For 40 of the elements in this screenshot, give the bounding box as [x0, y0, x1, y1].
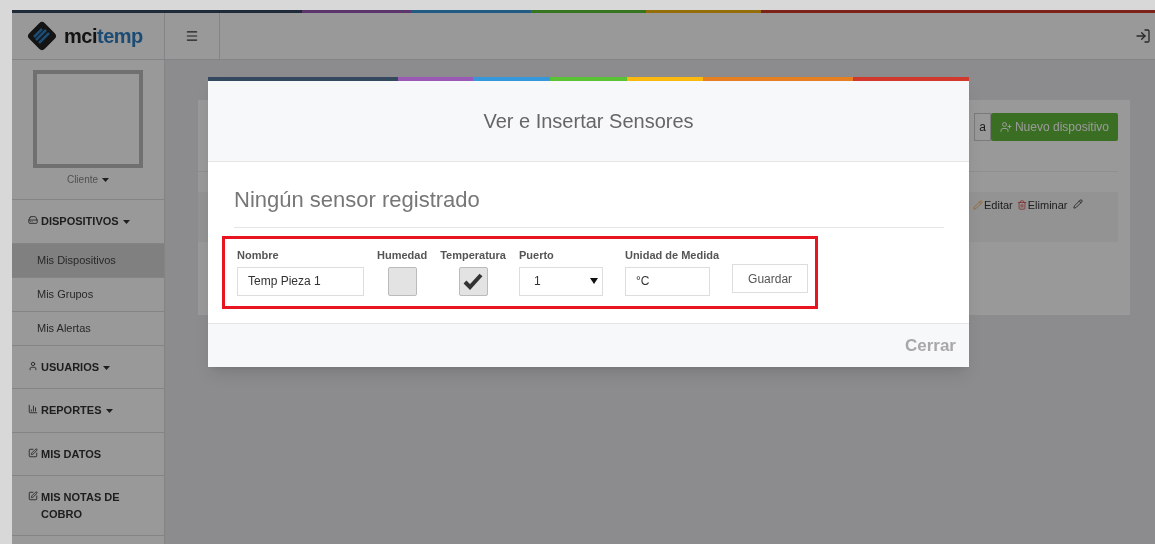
logout-icon[interactable] [1135, 28, 1151, 44]
caret-icon [105, 409, 113, 414]
edit-icon [28, 491, 38, 501]
caret-icon [122, 220, 130, 225]
port-select[interactable]: 1 [518, 266, 603, 296]
pencil-icon [973, 200, 983, 211]
menu-icon[interactable] [185, 29, 199, 43]
drive-icon [28, 215, 38, 225]
sidebar-item[interactable]: Mis Dispositivos [12, 243, 164, 278]
field-label: Puerto [518, 248, 555, 263]
sidebar-section[interactable]: REPORTES [12, 389, 164, 433]
edit-icon [28, 447, 38, 458]
sidebar-section[interactable]: MIS NOTAS DE COBRO [12, 476, 164, 536]
checkbox[interactable] [458, 266, 488, 296]
toolbar-button[interactable]: a [974, 113, 991, 141]
caret-icon [103, 365, 111, 370]
unit-input[interactable]: °C [624, 266, 710, 296]
delete-link[interactable]: Eliminar [1016, 197, 1068, 214]
trash-icon [1016, 200, 1027, 211]
pencil-icon[interactable] [1073, 199, 1084, 209]
edit-link[interactable]: Editar [973, 197, 1013, 214]
bar-chart-icon [28, 404, 38, 414]
field-label: Nombre [237, 248, 280, 263]
add-user-icon [999, 121, 1012, 133]
logo-text: mcitemp [64, 24, 143, 49]
name-input[interactable]: Temp Pieza 1 [237, 266, 364, 296]
save-button[interactable]: Guardar [732, 264, 809, 293]
caret-icon [102, 178, 110, 183]
modal-title: Ver e Insertar Sensores [483, 109, 694, 134]
sidebar-section[interactable]: MIS DATOS [12, 432, 164, 476]
sidebar-section[interactable]: DISPOSITIVOS [12, 200, 164, 244]
dropdown-arrow-icon [589, 278, 598, 284]
empty-message: Ningún sensor registrado [234, 186, 481, 214]
field-label: Temperatura [440, 248, 506, 263]
field-label: Unidad de Medida [624, 248, 720, 263]
user-icon [28, 360, 38, 371]
checkbox[interactable] [387, 266, 417, 296]
check-icon [463, 272, 484, 290]
sidebar-section[interactable]: USUARIOS [12, 345, 164, 389]
field-label: Humedad [377, 248, 428, 263]
